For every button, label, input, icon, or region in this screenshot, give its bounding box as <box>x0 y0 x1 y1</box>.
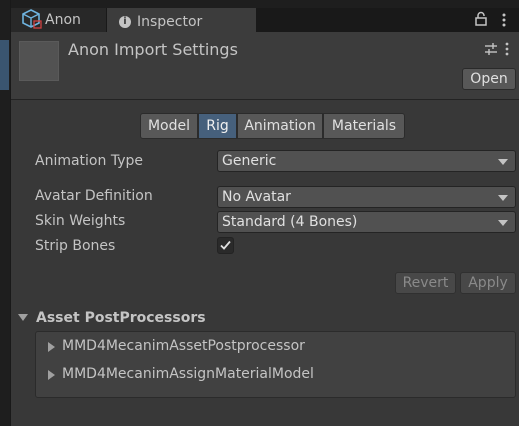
checkmark-icon <box>220 240 231 250</box>
open-button[interactable]: Open <box>462 68 516 90</box>
tab-inspector-label: Inspector <box>137 14 203 30</box>
asset-thumbnail <box>19 41 59 81</box>
tab-animation[interactable]: Animation <box>237 113 323 139</box>
prefab-cube-icon <box>22 9 42 29</box>
lock-icon[interactable] <box>474 11 488 27</box>
strip-bones-checkbox[interactable] <box>217 237 234 254</box>
skin-weights-label: Skin Weights <box>35 213 126 229</box>
tab-anon[interactable]: Anon <box>11 8 106 32</box>
list-item-label: MMD4MecanimAssignMaterialModel <box>62 366 314 382</box>
foldout-expanded-icon[interactable] <box>18 314 28 321</box>
tab-anon-label: Anon <box>45 12 81 28</box>
selection-highlight <box>0 40 9 90</box>
kebab-menu-icon[interactable] <box>501 12 507 28</box>
dropdown-arrow-icon <box>498 159 508 165</box>
tab-model[interactable]: Model <box>140 113 198 139</box>
skin-weights-value: Standard (4 Bones) <box>222 214 358 230</box>
tab-inspector[interactable]: i Inspector <box>107 8 256 32</box>
unity-editor-window: Anon i Inspector Anon Import Settings Op… <box>0 0 519 426</box>
avatar-definition-label: Avatar Definition <box>35 188 153 204</box>
foldout-collapsed-icon <box>48 370 55 380</box>
preset-sliders-icon[interactable] <box>484 42 498 56</box>
info-icon: i <box>119 16 131 28</box>
avatar-definition-dropdown[interactable]: No Avatar <box>217 186 516 208</box>
tab-rig[interactable]: Rig <box>198 113 237 139</box>
left-panel-edge <box>0 0 11 426</box>
list-item[interactable]: MMD4MecanimAssetPostprocessor <box>48 338 305 354</box>
header-kebab-icon[interactable] <box>504 42 510 56</box>
dropdown-arrow-icon <box>498 220 508 226</box>
animation-type-label: Animation Type <box>35 153 143 169</box>
postprocessors-header[interactable]: Asset PostProcessors <box>36 310 206 326</box>
foldout-collapsed-icon <box>48 342 55 352</box>
dropdown-arrow-icon <box>498 195 508 201</box>
page-title: Anon Import Settings <box>68 40 238 59</box>
tab-materials[interactable]: Materials <box>323 113 405 139</box>
revert-button[interactable]: Revert <box>395 272 456 294</box>
avatar-definition-value: No Avatar <box>222 189 291 205</box>
apply-button[interactable]: Apply <box>460 272 516 294</box>
animation-type-dropdown[interactable]: Generic <box>217 150 516 172</box>
list-item-label: MMD4MecanimAssetPostprocessor <box>62 338 305 354</box>
strip-bones-label: Strip Bones <box>35 238 116 254</box>
animation-type-value: Generic <box>222 153 277 169</box>
list-item[interactable]: MMD4MecanimAssignMaterialModel <box>48 366 314 382</box>
skin-weights-dropdown[interactable]: Standard (4 Bones) <box>217 211 516 233</box>
tab-bar: Anon i Inspector <box>11 8 519 32</box>
